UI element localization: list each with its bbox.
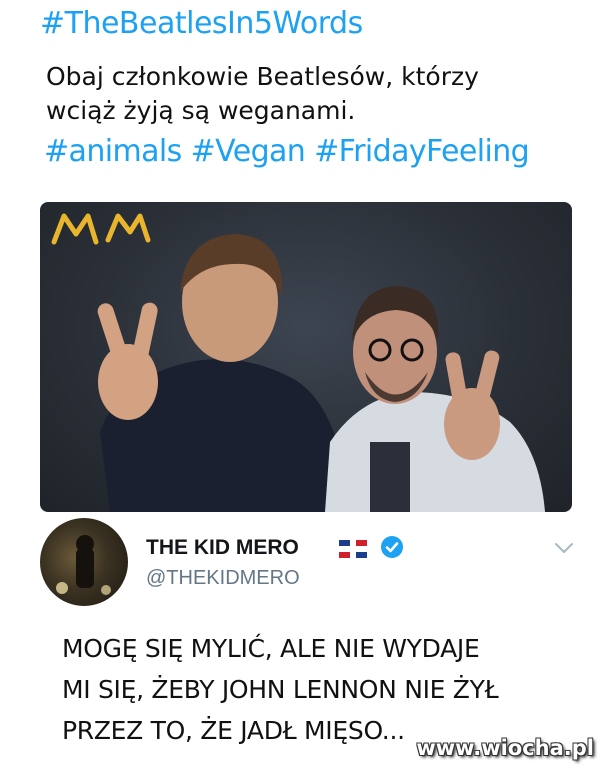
tweet-text-line: Obaj członkowie Beatlesów, którzy (46, 62, 479, 91)
avatar-figure-head (76, 535, 94, 553)
photo-illustration (51, 213, 545, 512)
flag-cross (339, 546, 367, 552)
watermark: www.wiocha.pl (416, 736, 594, 760)
hashtag-title[interactable]: #TheBeatlesIn5Words (40, 6, 363, 41)
avatar-figure (76, 548, 94, 588)
reply-text-line: MI SIĘ, ŻEBY JOHN LENNON NIE ŻYŁ (62, 675, 499, 704)
reply-text-line: MOGĘ SIĘ MYLIĆ, ALE NIE WYDAJE (62, 634, 480, 663)
shirt-stripes (370, 442, 410, 512)
doodle-mark (105, 213, 151, 243)
chevron-path (555, 543, 573, 553)
doodle-mark (51, 213, 99, 245)
tweet-hashtags[interactable]: #animals #Vegan #FridayFeeling (44, 134, 530, 169)
tweet-text-line: wciąż żyją są weganami. (46, 96, 356, 125)
finger (130, 302, 158, 372)
avatar-image (56, 535, 111, 595)
reply-text: MOGĘ SIĘ MYLIĆ, ALE NIE WYDAJE MI SIĘ, Ż… (62, 628, 582, 751)
avatar-light (56, 582, 68, 594)
finger (97, 303, 131, 371)
chevron-down-icon[interactable] (552, 540, 576, 556)
flag-icon (339, 540, 367, 558)
avatar-light (101, 585, 111, 595)
tweet-text: Obaj członkowie Beatlesów, którzy wciąż … (46, 60, 586, 128)
verified-icon (381, 536, 403, 558)
display-name[interactable]: THE KID MERO (146, 536, 299, 560)
handle[interactable]: @THEKIDMERO (146, 567, 300, 590)
person-right-body (325, 392, 545, 512)
verified-badge (381, 536, 403, 558)
avatar[interactable] (40, 518, 128, 606)
tweet-photo[interactable] (40, 202, 572, 512)
